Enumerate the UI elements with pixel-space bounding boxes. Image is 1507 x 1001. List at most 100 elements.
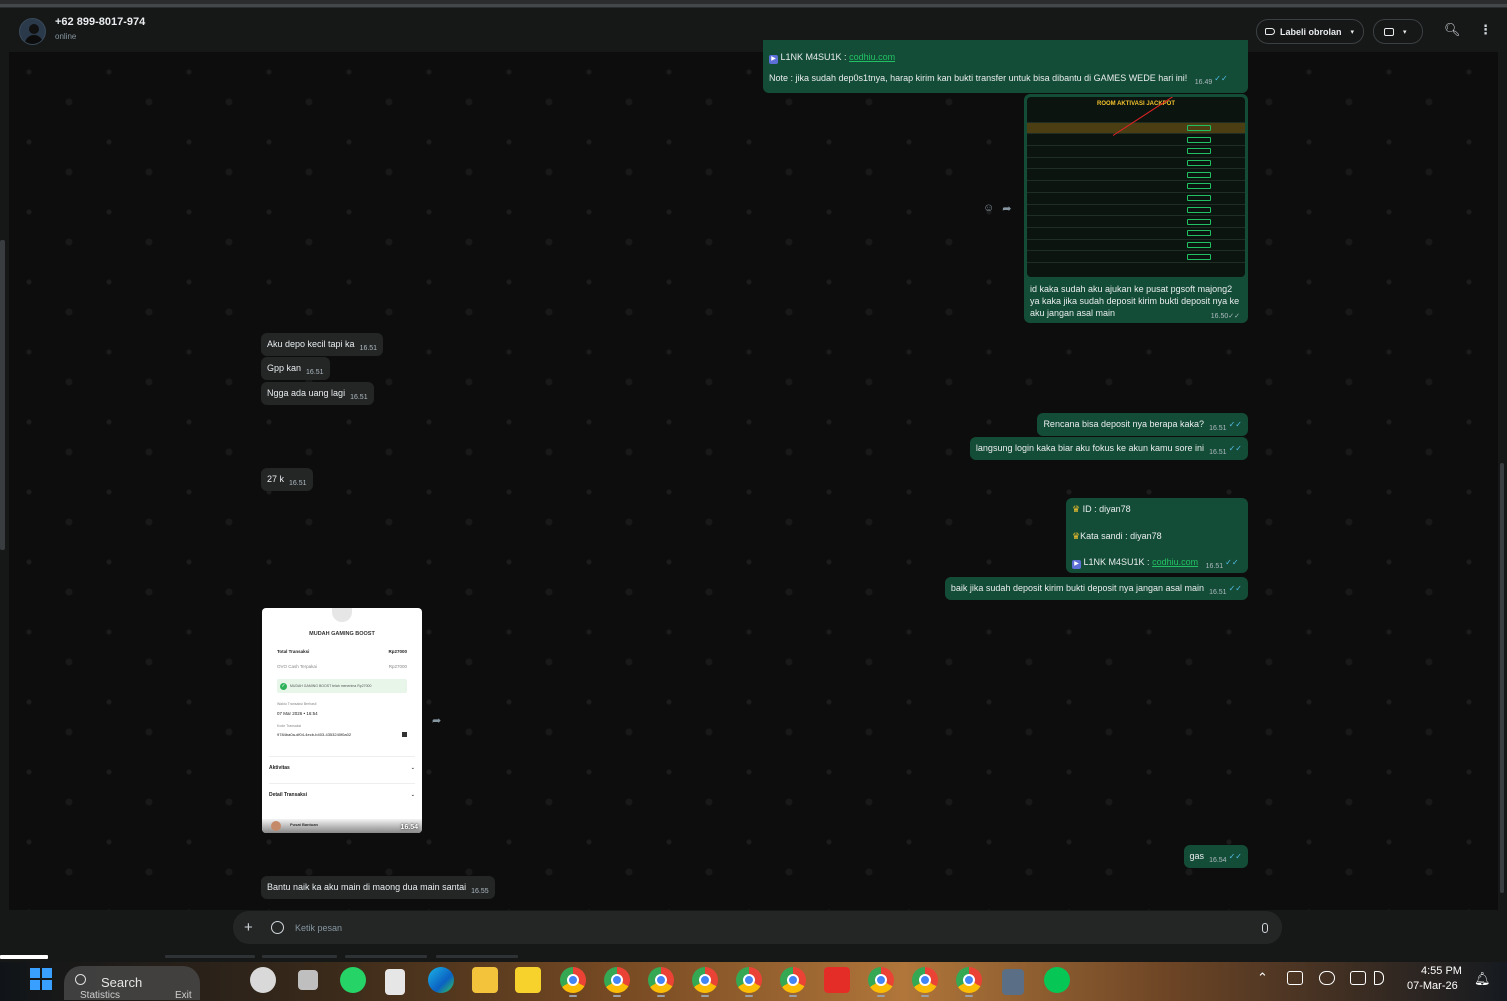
window-top-strip — [0, 0, 1507, 8]
attach-plus-icon[interactable]: + — [244, 919, 260, 936]
contact-avatar[interactable] — [19, 18, 46, 45]
statistics-label[interactable]: Statistics — [80, 990, 120, 1001]
message-text: baik jika sudah deposit kirim bukti depo… — [950, 583, 1205, 593]
cloud-icon[interactable] — [1319, 971, 1335, 985]
line-app-icon[interactable] — [1044, 967, 1070, 993]
help-avatar — [271, 821, 281, 831]
exit-label[interactable]: Exit — [175, 990, 192, 1001]
section-label: Aktivitas — [269, 765, 290, 771]
receipt-value: 07 Mar 2026 • 16:54 — [277, 711, 318, 716]
search-icon[interactable]: 🔍︎ — [1444, 22, 1461, 38]
chat-scrollbar[interactable] — [1500, 463, 1504, 893]
message-time: 16.51 — [289, 480, 307, 487]
message-bubble-outgoing[interactable]: langsung login kaka biar aku fokus ke ak… — [969, 437, 1248, 460]
forward-icon[interactable]: ➦ — [1002, 202, 1011, 215]
window-switcher-icon[interactable] — [298, 970, 318, 990]
receipt-row: 07 Mar 2026 • 16:54 — [277, 711, 407, 716]
receipt-row: OVO Cash Terpakai Rp27000 — [277, 664, 407, 669]
clock-date[interactable]: 07-Mar-26 — [1407, 980, 1458, 992]
contact-name[interactable]: +62 899-8017-974 — [55, 16, 145, 28]
message-text: langsung login kaka biar aku fokus ke ak… — [975, 443, 1205, 453]
message-text: gas — [1189, 851, 1205, 861]
message-time: 16.51 — [359, 345, 378, 352]
wps-office-icon[interactable] — [824, 967, 850, 993]
receipt-image-message[interactable]: MUDAH GAMING BOOST Total Transaksi Rp2700… — [262, 608, 422, 833]
copy-icon — [402, 732, 407, 737]
file-explorer-icon[interactable] — [472, 967, 498, 993]
chrome-profile-icon[interactable] — [912, 967, 938, 997]
chrome-profile-icon[interactable] — [692, 967, 718, 997]
message-bubble-incoming[interactable]: Aku depo kecil tapi ka 16.51 — [261, 333, 384, 356]
message-text: Kata sandi : diyan78 — [1080, 531, 1162, 541]
chrome-icon[interactable] — [560, 967, 586, 997]
show-hidden-icons-icon[interactable]: ⌃ — [1257, 970, 1268, 986]
chevron-down-icon: ⌄ — [410, 765, 415, 771]
chat-area[interactable] — [9, 52, 1498, 910]
chrome-profile-icon[interactable] — [648, 967, 674, 997]
network-monitor-icon[interactable] — [1350, 971, 1366, 985]
sticky-notes-icon[interactable] — [515, 967, 541, 993]
speaker-icon[interactable] — [1374, 971, 1384, 985]
whatsapp-icon[interactable] — [340, 967, 366, 993]
message-link[interactable]: codhiu.com — [1152, 557, 1198, 567]
forward-icon[interactable]: ➦ — [432, 714, 441, 727]
strip-segment — [165, 955, 255, 958]
emoji-react-icon[interactable]: ☺ — [983, 202, 994, 215]
message-composer: + Ketik pesan — [233, 911, 1282, 944]
edge-browser-icon[interactable] — [428, 967, 454, 993]
message-bubble-incoming[interactable]: Bantu naik ka aku main di maong dua main… — [261, 876, 495, 899]
receipt-row: Total Transaksi Rp27000 — [277, 649, 407, 654]
check-icon: ✓ — [280, 682, 287, 690]
microphone-icon[interactable] — [1262, 922, 1268, 933]
help-label: Pusat Bantuan — [290, 822, 319, 827]
message-time: 16.51 — [1209, 449, 1227, 456]
chrome-profile-icon[interactable] — [780, 967, 806, 997]
message-time: 16.54 — [400, 824, 418, 831]
message-time: 16.51 — [1209, 425, 1227, 432]
message-bubble-outgoing[interactable]: baik jika sudah deposit kirim bukti depo… — [944, 577, 1248, 600]
jackpot-image[interactable]: ROOM AKTIVASI JACKPOT — [1027, 97, 1245, 277]
label-chat-button[interactable]: Labeli obrolan ▾ — [1256, 19, 1364, 44]
receipt-row: Waktu Transaksi Berhasil — [277, 702, 407, 706]
search-icon — [75, 974, 86, 985]
message-text: ID : diyan78 — [1082, 504, 1131, 514]
left-scrollbar[interactable] — [0, 240, 5, 550]
image-message-outgoing[interactable]: ROOM AKTIVASI JACKPOT id kaka sudah aku … — [1024, 94, 1248, 323]
message-input[interactable]: Ketik pesan — [295, 923, 1262, 933]
strip-segment — [262, 955, 337, 958]
message-bubble-incoming[interactable]: Gpp kan 16.51 — [261, 357, 330, 380]
chrome-profile-icon[interactable] — [604, 967, 630, 997]
message-time: 16.49 — [1194, 79, 1213, 86]
message-bubble-incoming[interactable]: Ngga ada uang lagi 16.51 — [261, 382, 374, 405]
message-bubble-outgoing[interactable]: ▶ L1NK M4SU1K : codhiu.com Note : jika s… — [763, 40, 1248, 93]
owl-app-icon[interactable] — [250, 967, 276, 993]
table-row — [1027, 205, 1245, 217]
receipt-row: Kode Transaksi — [277, 724, 407, 728]
video-call-button[interactable]: ▾ — [1373, 19, 1423, 44]
receipt-label: OVO Cash Terpakai — [277, 664, 317, 669]
chrome-profile-icon[interactable] — [956, 967, 982, 997]
windows-start-icon[interactable] — [30, 968, 52, 990]
chrome-profile-icon[interactable] — [868, 967, 894, 997]
message-bubble-outgoing[interactable]: ♛ ID : diyan78 ♛Kata sandi : diyan78 ▶ L… — [1066, 498, 1248, 573]
read-ticks-icon: ✓✓ — [1228, 444, 1242, 453]
clock-time[interactable]: 4:55 PM — [1421, 965, 1462, 977]
message-bubble-outgoing[interactable]: gas 16.54 ✓✓ — [1183, 845, 1248, 868]
chevron-down-icon: ⌄ — [410, 792, 415, 798]
message-bubble-incoming[interactable]: 27 k 16.51 — [261, 468, 313, 491]
chevron-down-icon: ▾ — [1350, 28, 1355, 36]
download-app-icon[interactable] — [1002, 969, 1024, 995]
media-actions: ☺ ➦ — [983, 202, 1011, 215]
emoji-sticker-icon[interactable] — [271, 921, 284, 934]
notification-bell-icon[interactable]: 🔔︎ — [1474, 971, 1491, 987]
play-icon: ▶ — [1072, 560, 1081, 569]
play-icon: ▶ — [769, 55, 778, 64]
menu-dots-icon[interactable]: ⋮ — [1479, 22, 1492, 38]
message-bubble-outgoing[interactable]: Rencana bisa deposit nya berapa kaka? 16.… — [1037, 413, 1248, 436]
message-text: Note : jika sudah dep0s1tnya, harap kiri… — [769, 73, 1188, 83]
message-link[interactable]: codhiu.com — [849, 52, 895, 62]
onedrive-drive-icon[interactable] — [1287, 971, 1303, 985]
read-ticks-icon: ✓✓ — [1228, 313, 1240, 320]
text-editor-icon[interactable] — [385, 969, 405, 995]
chrome-profile-icon[interactable] — [736, 967, 762, 997]
